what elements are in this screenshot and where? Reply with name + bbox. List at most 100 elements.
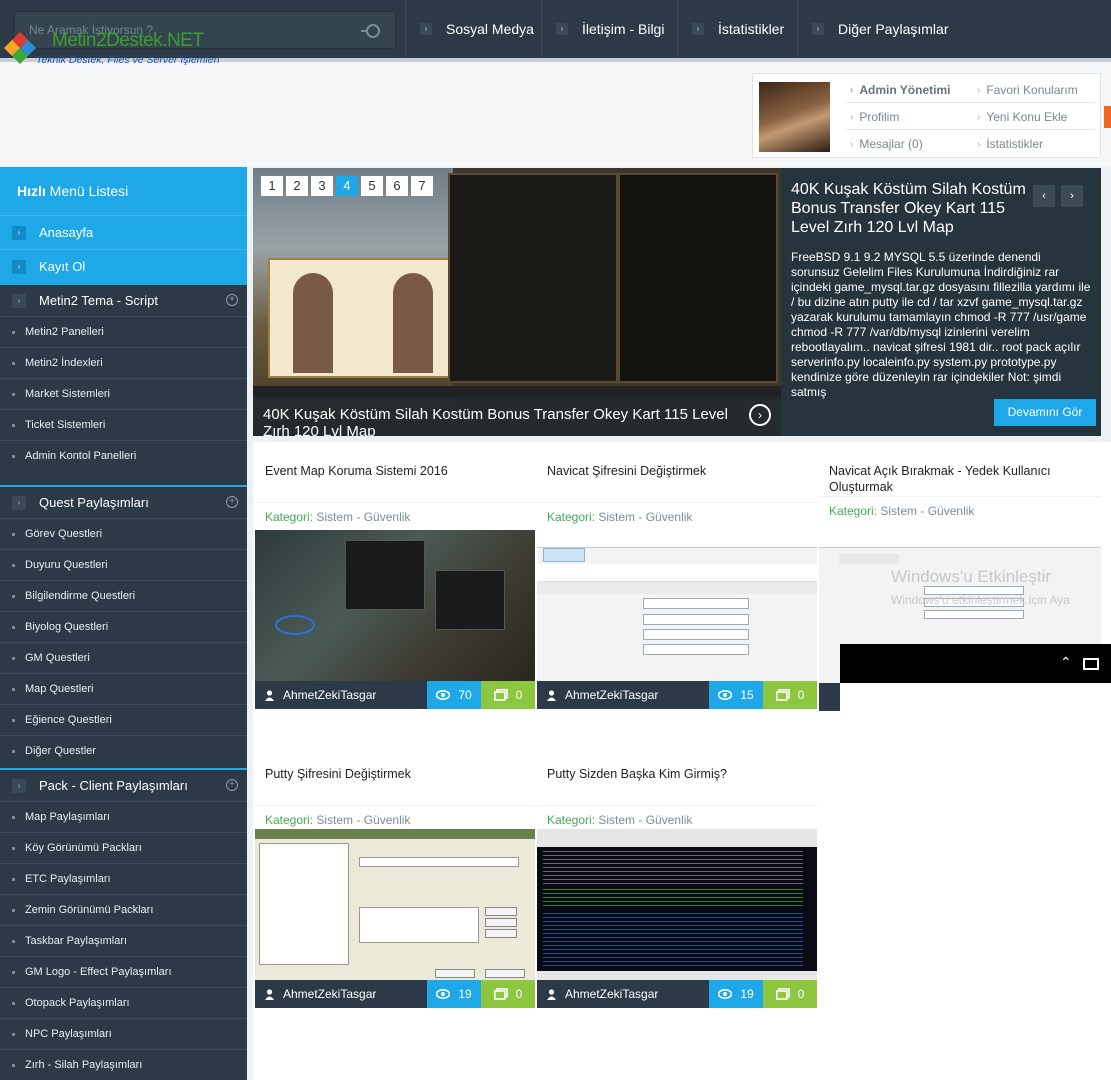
sidebar-category-pack-client[interactable]: › Pack - Client Paylaşımları + <box>0 768 247 801</box>
profile-link[interactable]: › Profilim <box>850 110 899 124</box>
arrow-right-circle-icon[interactable]: › <box>749 404 771 426</box>
post-card: Putty Sizden Başka Kim Girmiş? Kategori:… <box>537 753 817 1008</box>
sidebar-item[interactable]: Eğience Questleri <box>0 704 247 735</box>
chevron-right-icon: › <box>12 259 26 274</box>
post-thumbnail[interactable] <box>537 829 817 980</box>
sidebar-item[interactable]: Map Questleri <box>0 673 247 704</box>
sidebar-item[interactable]: Bilgilendirme Questleri <box>0 580 247 611</box>
slider-prev-button[interactable]: ‹ <box>1033 185 1055 207</box>
sidebar-category-quest[interactable]: › Quest Paylaşımları + <box>0 485 247 518</box>
comments-icon <box>775 988 790 1000</box>
user-name-link[interactable]: › Admin Yönetimi <box>850 83 950 97</box>
nav-sosyal-medya[interactable]: › Sosyal Medya <box>405 0 541 58</box>
slider-pagination: 1 2 3 4 5 6 7 <box>261 176 433 196</box>
post-title[interactable]: Navicat Şifresini Değiştirmek <box>537 450 817 502</box>
sidebar-item-anasayfa[interactable]: › Anasayfa <box>0 215 247 249</box>
post-title[interactable]: Navicat Açık Bırakmak - Yedek Kullanıcı … <box>819 450 1101 496</box>
new-topic-link[interactable]: › Yeni Konu Ekle <box>977 110 1067 124</box>
views-counter: 70 <box>427 681 481 709</box>
eye-icon <box>718 989 733 999</box>
page-button[interactable]: 3 <box>311 176 333 196</box>
nav-diger-paylasimlar[interactable]: › Diğer Paylaşımlar <box>797 0 1111 58</box>
expand-plus-icon[interactable]: + <box>226 496 238 508</box>
site-logo[interactable]: Metin2Destek.NET Teknik Destek, Files ve… <box>2 26 232 86</box>
page-button[interactable]: 2 <box>286 176 308 196</box>
sidebar-item[interactable]: ETC Paylaşımları <box>0 863 247 894</box>
nav-istatistikler[interactable]: › İstatistikler <box>677 0 797 58</box>
chevron-right-icon: › <box>812 23 824 35</box>
sidebar-item[interactable]: Biyolog Questleri <box>0 611 247 642</box>
sidebar-title: Hızlı Menü Listesi <box>0 167 247 215</box>
slide-caption[interactable]: 40K Kuşak Köstüm Silah Kostüm Bonus Tran… <box>253 396 781 436</box>
sidebar-category-tema-script[interactable]: › Metin2 Tema - Script + <box>0 283 247 316</box>
chevron-left-icon: ‹ <box>1042 190 1046 202</box>
battery-icon[interactable] <box>1083 658 1099 670</box>
sidebar-item[interactable]: GM Logo - Effect Paylaşımları <box>0 956 247 987</box>
sidebar-item[interactable]: Duyuru Questleri <box>0 549 247 580</box>
page-button[interactable]: 7 <box>411 176 433 196</box>
nav-iletisim-bilgi[interactable]: › İletişim - Bilgi <box>541 0 677 58</box>
chevron-right-icon: › <box>977 138 981 150</box>
sidebar-item[interactable]: Taskbar Paylaşımları <box>0 925 247 956</box>
windows-activation-title: Windows'u Etkinleştir <box>891 567 1052 586</box>
post-thumbnail[interactable] <box>255 530 535 681</box>
post-card: Event Map Koruma Sistemi 2016 Kategori: … <box>255 450 535 709</box>
eye-icon <box>436 690 451 700</box>
post-title[interactable]: Putty Şifresini Değiştirmek <box>255 753 535 805</box>
favorites-link[interactable]: › Favori Konularım <box>977 83 1078 97</box>
search-icon[interactable] <box>361 21 381 41</box>
sidebar-item[interactable]: NPC Paylaşımları <box>0 1018 247 1049</box>
orange-side-tab[interactable] <box>1104 106 1111 128</box>
avatar[interactable] <box>759 82 830 152</box>
page-button[interactable]: 1 <box>261 176 283 196</box>
post-category: Kategori: Sistem - Güvenlik <box>537 502 817 530</box>
post-title[interactable]: Putty Sizden Başka Kim Girmiş? <box>537 753 817 805</box>
page-button[interactable]: 5 <box>361 176 383 196</box>
sidebar-item[interactable]: Admin Kontol Panelleri <box>0 440 247 471</box>
chevron-right-icon: › <box>850 111 854 123</box>
slide-image[interactable]: 1 2 3 4 5 6 7 40K Kuşak Köstüm Silah Kos… <box>253 168 781 436</box>
sidebar-item[interactable]: Ticket Sistemleri <box>0 409 247 440</box>
sidebar-item[interactable]: Otopack Paylaşımları <box>0 987 247 1018</box>
read-more-button[interactable]: Devamını Gör <box>994 399 1096 426</box>
sidebar-item[interactable]: Market Sistemleri <box>0 378 247 409</box>
post-thumbnail[interactable] <box>255 829 535 980</box>
post-footer: AhmetZekiTasgar 15 0 <box>537 681 817 709</box>
post-category: Kategori: Sistem - Güvenlik <box>255 502 535 530</box>
sidebar-item-kayit-ol[interactable]: › Kayıt Ol <box>0 249 247 283</box>
sidebar-item[interactable]: Zemin Görünümü Packları <box>0 894 247 925</box>
chevron-up-icon[interactable]: ⌃ <box>1060 654 1072 671</box>
stats-link[interactable]: › İstatistikler <box>977 137 1043 151</box>
slide-title[interactable]: 40K Kuşak Köstüm Silah Kostüm Bonus Tran… <box>791 180 1031 237</box>
post-card: Putty Şifresini Değiştirmek Kategori: Si… <box>255 753 535 1008</box>
sidebar-item[interactable]: Metin2 Panelleri <box>0 316 247 347</box>
comments-icon <box>493 988 508 1000</box>
sidebar-item[interactable]: Zırh - Silah Paylaşımları <box>0 1049 247 1080</box>
post-footer: AhmetZekiTasgar 19 0 <box>255 980 535 1008</box>
post-footer: AhmetZekiTasgar 19 0 <box>537 980 817 1008</box>
views-counter: 15 <box>709 681 763 709</box>
views-counter: 19 <box>427 980 481 1008</box>
sidebar-item[interactable]: Metin2 İndexleri <box>0 347 247 378</box>
post-author[interactable]: AhmetZekiTasgar <box>255 987 427 1001</box>
expand-plus-icon[interactable]: + <box>226 294 238 306</box>
post-thumbnail[interactable] <box>537 530 817 681</box>
eye-icon <box>718 690 733 700</box>
messages-link[interactable]: › Mesajlar (0) <box>850 137 923 151</box>
post-author[interactable]: AhmetZekiTasgar <box>537 688 709 702</box>
user-icon <box>265 988 274 1000</box>
expand-plus-icon[interactable]: + <box>226 779 238 791</box>
post-author[interactable]: AhmetZekiTasgar <box>255 688 427 702</box>
sidebar-item[interactable]: Diğer Questler <box>0 735 247 766</box>
sidebar-item[interactable]: GM Questleri <box>0 642 247 673</box>
sidebar-item[interactable]: Map Paylaşımları <box>0 801 247 832</box>
post-title[interactable]: Event Map Koruma Sistemi 2016 <box>255 450 535 502</box>
post-author[interactable]: AhmetZekiTasgar <box>537 987 709 1001</box>
chevron-right-icon: › <box>556 23 568 35</box>
post-category: Kategori: Sistem - Güvenlik <box>819 496 1101 524</box>
page-button-active[interactable]: 4 <box>336 176 358 196</box>
page-button[interactable]: 6 <box>386 176 408 196</box>
slider-next-button[interactable]: › <box>1061 185 1083 207</box>
sidebar-item[interactable]: Köy Görünümü Packları <box>0 832 247 863</box>
sidebar-item[interactable]: Görev Questleri <box>0 518 247 549</box>
